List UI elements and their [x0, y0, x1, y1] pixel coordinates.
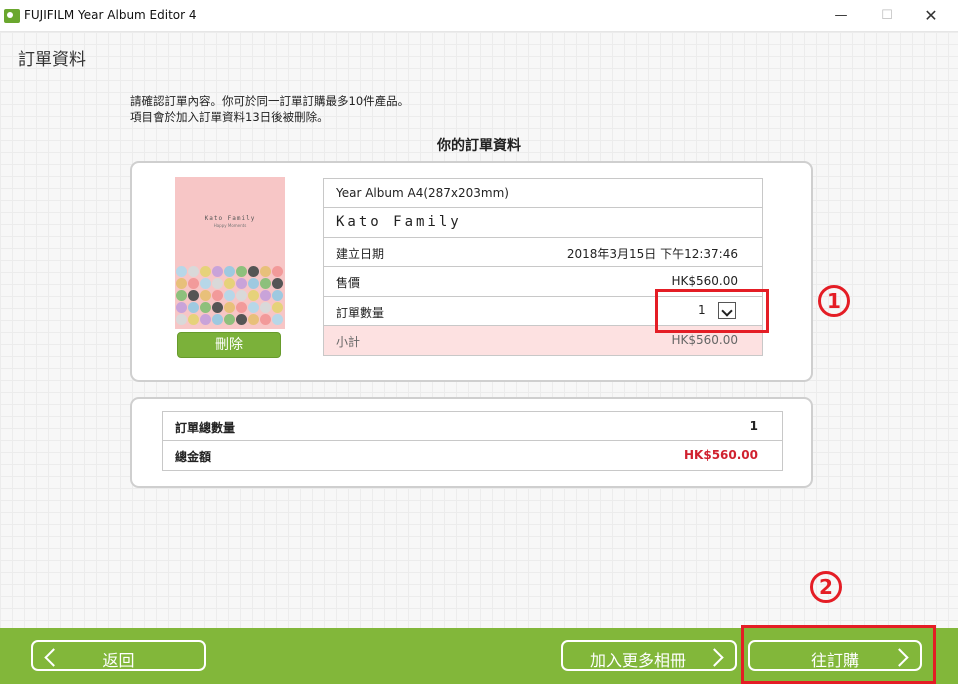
title-bar: FUJIFILM Year Album Editor 4 — ☐ ✕ [0, 0, 958, 32]
cover-photo-dot [260, 266, 271, 277]
cover-photo-dot [248, 314, 259, 325]
cover-photo-dot [224, 266, 235, 277]
step-1-marker: 1 [818, 285, 850, 317]
cover-photo-dot [272, 278, 283, 289]
cover-photo-dot [200, 278, 211, 289]
cover-photo-dot [224, 302, 235, 313]
page-title: 訂單資料 [18, 50, 86, 70]
subtotal-label: 小計 [336, 334, 361, 349]
back-label: 返回 [102, 651, 135, 670]
cover-photo-dot [224, 314, 235, 325]
total-amount-label: 總金額 [175, 450, 212, 464]
cover-photo-dot [248, 290, 259, 301]
created-date-value: 2018年3月15日 下午12:37:46 [566, 246, 738, 261]
total-amount-row: 總金額 HK$560.00 [163, 441, 782, 470]
cover-photo-dots [175, 266, 285, 328]
cover-photo-dot [260, 278, 271, 289]
created-date-label: 建立日期 [336, 246, 385, 261]
cover-photo-dot [248, 278, 259, 289]
total-count-row: 訂單總數量 1 [163, 412, 782, 441]
cover-photo-dot [188, 290, 199, 301]
cover-photo-dot [200, 302, 211, 313]
cover-photo-dot [236, 278, 247, 289]
total-count-label: 訂單總數量 [175, 421, 236, 435]
cover-photo-dot [176, 302, 187, 313]
maximize-button[interactable]: ☐ [872, 4, 902, 28]
order-page: 訂單資料 請確認訂單內容。你可於同一訂單訂購最多10件產品。 項目會於加入訂單資… [0, 32, 958, 628]
cover-title: Kato Family [204, 215, 256, 222]
cover-photo-dot [176, 266, 187, 277]
quantity-highlight-box [655, 289, 769, 333]
order-total-table: 訂單總數量 1 總金額 HK$560.00 [162, 411, 783, 471]
instruction-line-2: 項目會於加入訂單資料13日後被刪除。 [130, 110, 329, 124]
cover-subtitle: Happy Moments [213, 223, 247, 228]
cover-photo-dot [272, 266, 283, 277]
cover-photo-dot [188, 314, 199, 325]
close-button[interactable]: ✕ [916, 4, 946, 28]
cover-photo-dot [260, 314, 271, 325]
cover-photo-dot [212, 266, 223, 277]
cover-photo-dot [224, 278, 235, 289]
order-item-card: Kato Family Happy Moments 刪除 Year Album … [130, 161, 813, 382]
fujifilm-logo-icon [4, 9, 20, 23]
step-2-marker: 2 [810, 571, 842, 603]
total-amount-value: HK$560.00 [684, 448, 758, 462]
window-title: FUJIFILM Year Album Editor 4 [24, 8, 197, 22]
price-label: 售價 [336, 276, 361, 291]
cover-photo-dot [236, 266, 247, 277]
delete-button[interactable]: 刪除 [177, 332, 281, 358]
cover-photo-dot [176, 314, 187, 325]
created-date-row: 建立日期 2018年3月15日 下午12:37:46 [324, 238, 762, 268]
album-cover-thumbnail: Kato Family Happy Moments [175, 177, 285, 329]
album-name: Kato Family [336, 214, 462, 231]
cover-photo-dot [260, 302, 271, 313]
album-name-row: Kato Family [324, 208, 762, 238]
subtotal-value: HK$560.00 [671, 332, 738, 347]
minimize-button[interactable]: — [826, 4, 856, 28]
instruction-line-1: 請確認訂單內容。你可於同一訂單訂購最多10件產品。 [130, 94, 410, 108]
cover-photo-dot [176, 290, 187, 301]
cover-photo-dot [272, 290, 283, 301]
cover-photo-dot [236, 290, 247, 301]
cover-photo-dot [188, 302, 199, 313]
section-title: 你的訂單資料 [437, 138, 521, 154]
cover-photo-dot [260, 290, 271, 301]
price-value: HK$560.00 [671, 274, 738, 289]
product-name: Year Album A4(287x203mm) [336, 186, 509, 200]
cover-photo-dot [236, 302, 247, 313]
add-more-albums-button[interactable]: 加入更多相冊 [561, 640, 737, 671]
total-count-value: 1 [749, 419, 758, 433]
cover-photo-dot [176, 278, 187, 289]
quantity-label: 訂單數量 [336, 305, 385, 320]
product-row: Year Album A4(287x203mm) [324, 179, 762, 209]
cover-photo-dot [248, 266, 259, 277]
add-more-label: 加入更多相冊 [589, 651, 686, 670]
back-button[interactable]: 返回 [31, 640, 206, 671]
cover-photo-dot [272, 314, 283, 325]
cover-photo-dot [212, 302, 223, 313]
cover-photo-dot [248, 302, 259, 313]
cover-photo-dot [188, 278, 199, 289]
order-button-highlight-box [741, 625, 936, 684]
cover-photo-dot [212, 278, 223, 289]
cover-photo-dot [236, 314, 247, 325]
cover-photo-dot [224, 290, 235, 301]
cover-photo-dot [212, 290, 223, 301]
cover-photo-dot [188, 266, 199, 277]
cover-photo-dot [272, 302, 283, 313]
cover-photo-dot [212, 314, 223, 325]
cover-photo-dot [200, 290, 211, 301]
order-total-card: 訂單總數量 1 總金額 HK$560.00 [130, 397, 813, 488]
cover-photo-dot [200, 314, 211, 325]
cover-photo-dot [200, 266, 211, 277]
